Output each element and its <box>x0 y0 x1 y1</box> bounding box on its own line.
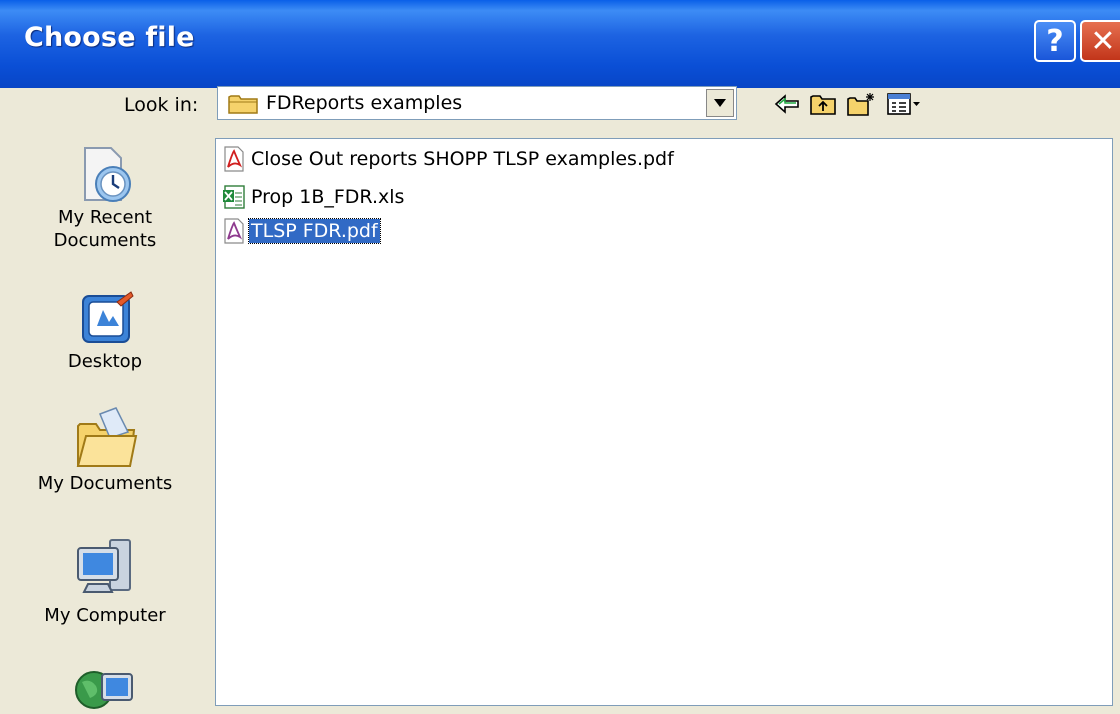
place-my-documents[interactable]: My Documents <box>0 406 210 495</box>
folder-icon <box>228 93 260 119</box>
dropdown-button[interactable] <box>706 89 734 117</box>
file-item[interactable]: Close Out reports SHOPP TLSP examples.pd… <box>219 145 676 173</box>
file-name: Prop 1B_FDR.xls <box>251 186 405 208</box>
view-menu-icon <box>887 93 920 115</box>
pdf-file-icon <box>219 145 249 173</box>
desktop-icon <box>82 291 134 343</box>
view-menu-button[interactable] <box>886 90 922 118</box>
network-places-icon <box>75 671 133 709</box>
places-bar: My Recent Documents Desktop My Documents <box>0 138 210 714</box>
choose-file-dialog: Choose file ? ✕ Look in: FDReports examp… <box>0 0 1120 714</box>
place-label: My Documents <box>37 473 173 494</box>
file-item[interactable]: Prop 1B_FDR.xls <box>219 183 406 211</box>
place-desktop[interactable]: Desktop <box>0 288 210 373</box>
up-one-level-button[interactable] <box>808 90 838 118</box>
help-button[interactable]: ? <box>1034 20 1076 62</box>
place-label: My Recent <box>57 207 153 228</box>
file-name: TLSP FDR.pdf <box>248 218 381 244</box>
file-item-selected[interactable]: TLSP FDR.pdf <box>219 217 381 245</box>
up-folder-icon <box>810 95 836 115</box>
close-icon: ✕ <box>1090 23 1116 59</box>
my-computer-icon <box>77 539 131 593</box>
title-bar[interactable]: Choose file ? ✕ <box>0 0 1120 88</box>
place-my-recent-documents[interactable]: My Recent Documents <box>0 138 210 252</box>
place-label: My Computer <box>44 605 166 626</box>
place-label: Documents <box>53 230 157 251</box>
close-button[interactable]: ✕ <box>1080 20 1120 62</box>
recent-documents-icon <box>84 147 131 202</box>
place-network[interactable] <box>0 664 210 714</box>
xls-file-icon <box>219 183 249 211</box>
my-documents-icon <box>76 407 138 467</box>
back-arrow-icon <box>774 94 799 114</box>
look-in-label: Look in: <box>124 94 199 116</box>
look-in-value: FDReports examples <box>266 92 463 114</box>
new-folder-button[interactable] <box>846 90 876 118</box>
back-button[interactable] <box>772 90 802 118</box>
file-list[interactable]: Close Out reports SHOPP TLSP examples.pd… <box>215 138 1113 706</box>
file-name: Close Out reports SHOPP TLSP examples.pd… <box>251 148 674 170</box>
place-my-computer[interactable]: My Computer <box>0 536 210 627</box>
look-in-dropdown[interactable]: FDReports examples <box>217 86 737 120</box>
chevron-down-icon <box>714 99 726 107</box>
place-label: Desktop <box>67 351 143 372</box>
help-icon: ? <box>1046 23 1064 59</box>
dialog-title: Choose file <box>24 22 195 53</box>
new-folder-icon <box>847 93 874 116</box>
pdf-file-icon <box>219 217 249 245</box>
